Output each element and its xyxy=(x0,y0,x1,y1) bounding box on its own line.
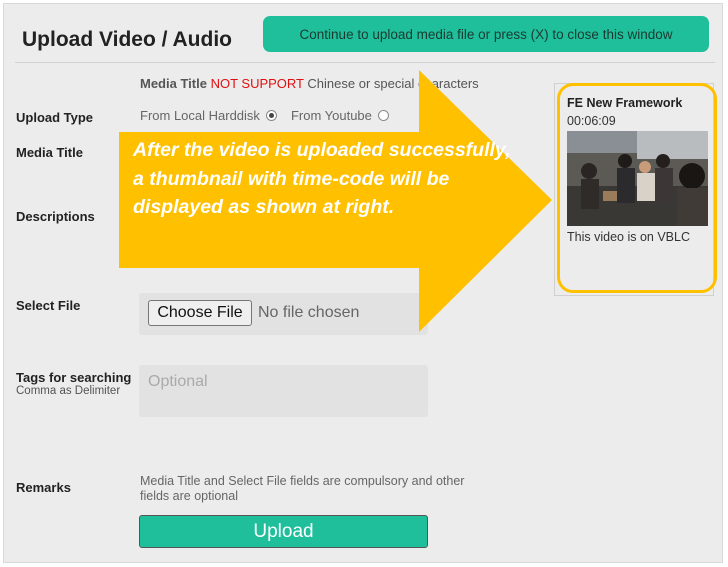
callout-arrow xyxy=(119,70,552,332)
callout-text: After the video is uploaded successfully… xyxy=(133,139,511,218)
